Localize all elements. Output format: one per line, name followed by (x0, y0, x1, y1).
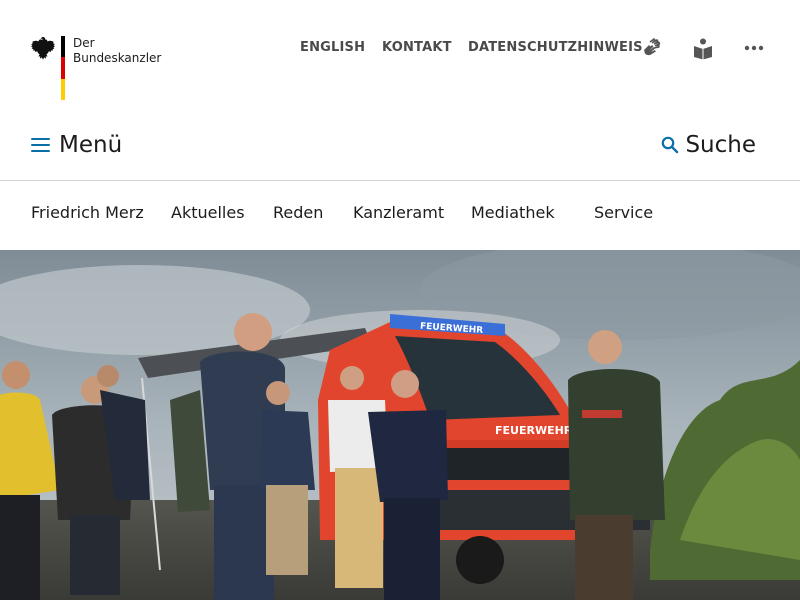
meta-link-datenschutz[interactable]: DATENSCHUTZHINWEIS (468, 40, 643, 55)
hero-image: FEUERWEHR FEUERWEHR (0, 250, 800, 600)
nav-item-reden[interactable]: Reden (273, 203, 323, 222)
nav-item-aktuelles[interactable]: Aktuelles (171, 203, 245, 222)
meta-link-kontakt[interactable]: KONTAKT (382, 40, 452, 55)
nav-item-kanzleramt[interactable]: Kanzleramt (353, 203, 444, 222)
flag-bar (61, 36, 65, 100)
menu-button[interactable]: Menü (31, 130, 122, 160)
meta-link-english[interactable]: ENGLISH (300, 40, 365, 55)
site-header: Der Bundeskanzler ENGLISH KONTAKT DATENS… (0, 0, 800, 180)
logo-line-2: Bundeskanzler (73, 51, 162, 65)
logo-text: Der Bundeskanzler (73, 36, 161, 66)
flag-stripe-red (61, 57, 65, 79)
hamburger-icon (31, 138, 50, 152)
flag-stripe-black (61, 36, 65, 58)
easy-language-icon[interactable] (691, 36, 715, 60)
more-options-icon[interactable] (742, 36, 766, 60)
menu-label: Menü (59, 132, 123, 158)
search-label: Suche (685, 132, 756, 158)
search-icon (662, 136, 679, 154)
flag-stripe-gold (61, 78, 65, 100)
nav-item-friedrich-merz[interactable]: Friedrich Merz (31, 203, 144, 222)
main-navigation: Friedrich Merz Aktuelles Reden Kanzleram… (0, 181, 800, 249)
nav-item-mediathek[interactable]: Mediathek (471, 203, 555, 222)
hero-photo: FEUERWEHR FEUERWEHR (0, 250, 800, 600)
search-button[interactable]: Suche (661, 130, 756, 160)
federal-eagle-icon (31, 37, 55, 60)
logo-line-1: Der (73, 36, 95, 50)
nav-item-service[interactable]: Service (594, 203, 653, 222)
bundeskanzler-logo[interactable]: Der Bundeskanzler (30, 34, 190, 104)
truck-label-side: FEUERWEHR (495, 424, 573, 437)
sign-language-icon[interactable] (640, 36, 664, 60)
